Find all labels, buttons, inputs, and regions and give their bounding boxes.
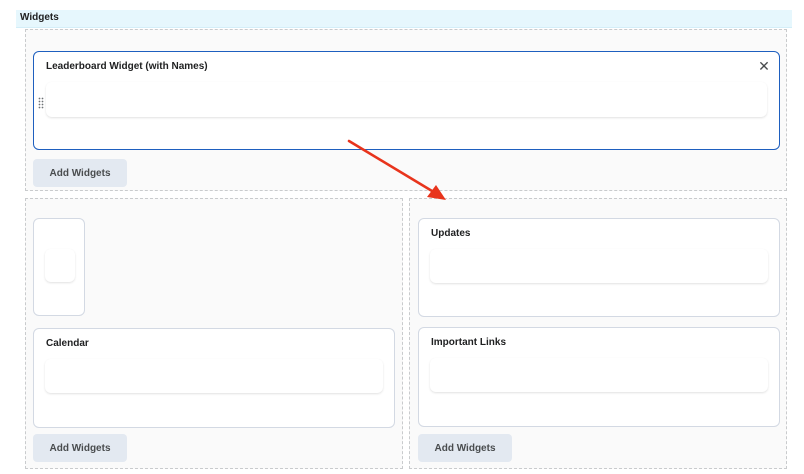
leaderboard-widget[interactable]: Leaderboard Widget (with Names) ✕ <box>33 51 780 150</box>
widget-title: Calendar <box>46 338 89 349</box>
updates-widget[interactable]: Updates <box>418 218 780 317</box>
widget-content <box>430 249 768 283</box>
close-icon[interactable]: ✕ <box>757 59 771 73</box>
page-title: Widgets <box>20 12 59 23</box>
add-widgets-button[interactable]: Add Widgets <box>33 434 127 462</box>
widget-title: Leaderboard Widget (with Names) <box>46 61 208 72</box>
widget-content <box>430 358 768 392</box>
calendar-widget[interactable]: Calendar <box>33 328 395 428</box>
widget-title: Important Links <box>431 337 507 348</box>
add-widgets-button[interactable]: Add Widgets <box>418 434 512 462</box>
drag-handle-icon[interactable] <box>38 97 44 109</box>
widgets-header: Widgets <box>16 10 792 28</box>
widget-content <box>45 359 383 393</box>
widget-title: Updates <box>431 228 471 239</box>
important-links-widget[interactable]: Important Links <box>418 327 780 427</box>
widget-content <box>46 82 767 117</box>
empty-widget[interactable] <box>33 218 85 316</box>
widget-zone-right: Updates Important Links Add Widgets <box>409 198 787 469</box>
annotation-arrow <box>347 139 446 200</box>
widget-content <box>45 249 75 282</box>
add-widgets-button[interactable]: Add Widgets <box>33 159 127 187</box>
widget-zone-left: Calendar Add Widgets <box>25 198 403 469</box>
